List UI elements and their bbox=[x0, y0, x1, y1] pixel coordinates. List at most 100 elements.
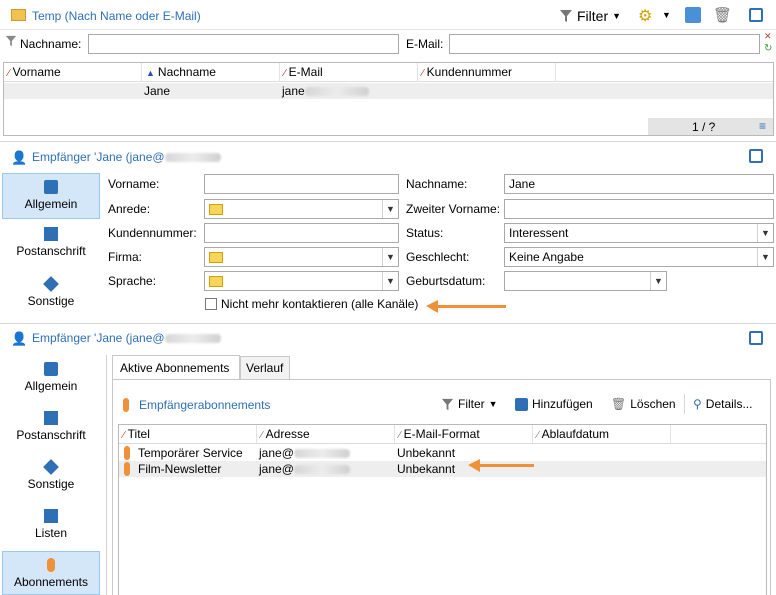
cube-icon bbox=[43, 276, 59, 292]
chevron-down-icon: ▼ bbox=[650, 272, 666, 290]
toolbar-separator bbox=[684, 394, 685, 414]
col-vorname[interactable]: ∕ Vorname bbox=[4, 63, 142, 81]
search-email-label: E-Mail: bbox=[406, 37, 444, 51]
pagination-bar: 1 / ? ≡ bbox=[648, 118, 773, 135]
divider bbox=[0, 141, 776, 142]
geschlecht-select[interactable]: Keine Angabe ▼ bbox=[504, 247, 774, 267]
chevron-down-icon: ▼ bbox=[757, 248, 773, 266]
annotation-arrow bbox=[468, 459, 534, 472]
settings-icon[interactable]: ⚙ bbox=[638, 6, 652, 26]
annotation-arrow bbox=[426, 300, 506, 313]
filter-button[interactable]: Filter ▼ bbox=[559, 8, 621, 24]
org-chart-icon[interactable] bbox=[685, 7, 701, 23]
divider bbox=[0, 323, 776, 324]
col-adresse[interactable]: ∕ Adresse bbox=[257, 425, 395, 443]
add-button[interactable]: Hinzufügen bbox=[515, 397, 593, 411]
top-panel-header: Temp (Nach Name oder E-Mail) Filter ▼ ⚙ … bbox=[0, 0, 776, 30]
nachname-field[interactable]: Jane bbox=[504, 174, 774, 194]
col-email[interactable]: ∕ E-Mail bbox=[280, 63, 418, 81]
maximize-icon[interactable] bbox=[749, 8, 763, 22]
user-icon: 👤 bbox=[11, 150, 28, 165]
cell-title: Film-Newsletter bbox=[138, 462, 222, 476]
search-name-input[interactable] bbox=[88, 34, 399, 54]
cell-address: jane@ bbox=[259, 462, 350, 476]
subscription-icon bbox=[47, 558, 55, 572]
col-format[interactable]: ∕ E-Mail-Format bbox=[395, 425, 533, 443]
filter-button[interactable]: Filter ▼ bbox=[441, 397, 498, 411]
vorname-field[interactable] bbox=[204, 174, 399, 194]
document-icon bbox=[44, 362, 58, 376]
anrede-label: Anrede: bbox=[108, 202, 151, 216]
anrede-select[interactable]: ▼ bbox=[204, 199, 399, 219]
subscription-icon bbox=[124, 446, 130, 460]
grid-header: ∕ Titel ∕ Adresse ∕ E-Mail-Format ∕ Ablaufda… bbox=[119, 425, 766, 444]
details-button[interactable]: ⚲ Details... bbox=[693, 397, 752, 411]
chevron-down-icon: ▼ bbox=[757, 224, 773, 242]
do-not-contact-checkbox[interactable] bbox=[205, 298, 217, 310]
list-icon bbox=[44, 509, 58, 523]
clear-icon[interactable]: ✕ bbox=[764, 31, 772, 42]
nav-listen[interactable]: Listen bbox=[2, 509, 100, 547]
subscriptions-grid: ∕ Titel ∕ Adresse ∕ E-Mail-Format ∕ Ablaufda… bbox=[118, 424, 767, 595]
list-icon bbox=[209, 204, 223, 215]
nav-sonstige[interactable]: Sonstige bbox=[2, 276, 100, 315]
user-icon: 👤 bbox=[11, 331, 28, 346]
subscriptions-content: Aktive Abonnements Verlauf Empfängerabon… bbox=[106, 355, 773, 595]
pagination-text: 1 / ? bbox=[692, 120, 716, 134]
vorname-label: Vorname: bbox=[108, 177, 160, 191]
table-row[interactable]: Temporärer Service jane@ Unbekannt bbox=[119, 445, 766, 461]
cube-icon bbox=[43, 459, 59, 475]
nav-abonnements[interactable]: Abonnements bbox=[2, 551, 100, 595]
recipient-subscriptions-title: Empfängerabonnements bbox=[139, 398, 271, 412]
top-panel-title: Temp (Nach Name oder E-Mail) bbox=[32, 9, 201, 23]
status-label: Status: bbox=[406, 226, 444, 240]
filter-icon bbox=[560, 10, 572, 22]
kunden-field[interactable] bbox=[204, 223, 399, 243]
nav-postanschrift[interactable]: Postanschrift bbox=[2, 411, 100, 449]
recipient-panel-title: Empfänger 'Jane (jane@ bbox=[32, 150, 221, 164]
nav-allgemein[interactable]: Allgemein bbox=[2, 362, 100, 400]
chevron-down-icon: ▼ bbox=[488, 399, 498, 409]
chevron-down-icon[interactable]: ▼ bbox=[662, 10, 671, 20]
list-icon bbox=[209, 276, 223, 287]
zweiter-field[interactable] bbox=[504, 199, 774, 219]
firma-select[interactable]: ▼ bbox=[204, 247, 399, 267]
search-email-input[interactable] bbox=[449, 34, 760, 54]
cell-address: jane@ bbox=[259, 446, 350, 460]
delete-button[interactable]: 🗑 Löschen bbox=[611, 397, 676, 411]
nav-postanschrift[interactable]: Postanschrift bbox=[2, 227, 100, 265]
table-row[interactable]: Film-Newsletter jane@ Unbekannt bbox=[119, 461, 766, 477]
subscription-icon bbox=[124, 462, 130, 476]
status-select[interactable]: Interessent ▼ bbox=[504, 223, 774, 243]
tab-aktive[interactable]: Aktive Abonnements bbox=[112, 355, 240, 379]
maximize-icon[interactable] bbox=[749, 331, 763, 345]
folder-icon bbox=[11, 9, 26, 21]
sprache-select[interactable]: ▼ bbox=[204, 271, 399, 291]
delete-icon[interactable]: 🗑 bbox=[713, 6, 732, 24]
geburt-select[interactable]: ▼ bbox=[504, 271, 667, 291]
geschlecht-label: Geschlecht: bbox=[406, 250, 470, 264]
zweiter-label: Zweiter Vorname: bbox=[406, 202, 501, 216]
menu-icon[interactable]: ≡ bbox=[759, 119, 766, 133]
col-ablaufdatum[interactable]: ∕ Ablaufdatum bbox=[533, 425, 671, 443]
refresh-icon[interactable]: ↻ bbox=[764, 43, 772, 54]
cell-format: Unbekannt bbox=[397, 462, 456, 476]
subscriptions-panel-title: Empfänger 'Jane (jane@ bbox=[32, 331, 221, 345]
cell-email: jane bbox=[282, 84, 369, 98]
maximize-icon[interactable] bbox=[749, 149, 763, 163]
chevron-down-icon: ▼ bbox=[382, 200, 398, 218]
filter-icon bbox=[441, 398, 454, 410]
tab-body: Empfängerabonnements Filter ▼ Hinzufügen… bbox=[112, 379, 771, 595]
envelope-icon bbox=[44, 411, 58, 425]
search-name-label: Nachname: bbox=[20, 37, 82, 51]
col-nachname[interactable]: ▲ Nachname bbox=[142, 63, 280, 81]
subscription-icon bbox=[123, 398, 129, 412]
table-row[interactable]: Jane jane bbox=[4, 83, 773, 99]
col-kundennummer[interactable]: ∕ Kundennummer bbox=[418, 63, 556, 81]
search-icon: ⚲ bbox=[693, 397, 702, 411]
tab-verlauf[interactable]: Verlauf bbox=[240, 356, 290, 379]
nav-sonstige[interactable]: Sonstige bbox=[2, 459, 100, 498]
col-titel[interactable]: ∕ Titel bbox=[119, 425, 257, 443]
add-icon bbox=[515, 397, 528, 411]
nav-allgemein[interactable]: Allgemein bbox=[2, 173, 100, 219]
